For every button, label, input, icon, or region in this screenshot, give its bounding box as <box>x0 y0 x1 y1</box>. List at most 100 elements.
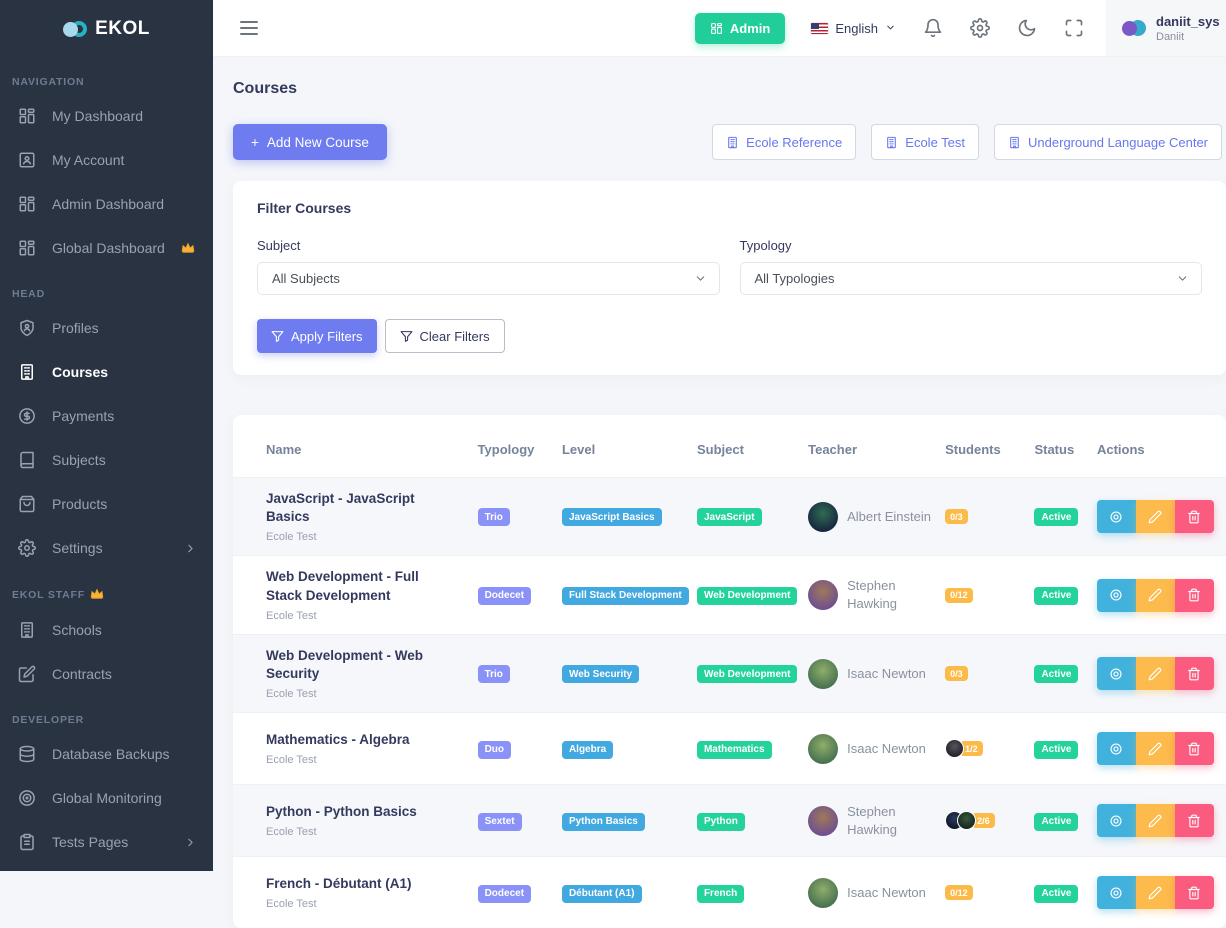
course-school: Ecole Test <box>266 898 458 910</box>
sidebar-item-admin-dashboard[interactable]: Admin Dashboard <box>0 182 213 226</box>
teacher-name: Isaac Newton <box>847 740 926 758</box>
edit-button[interactable] <box>1136 657 1175 690</box>
clear-filters-button[interactable]: Clear Filters <box>385 319 505 353</box>
target-icon <box>18 789 36 807</box>
shopping-bag-icon <box>18 495 36 513</box>
chevron-down-icon <box>885 21 896 36</box>
level-badge: Python Basics <box>562 813 645 831</box>
notifications-bell-icon[interactable] <box>923 18 943 38</box>
status-badge: Active <box>1034 508 1078 526</box>
sidebar-item-courses[interactable]: Courses <box>0 350 213 394</box>
course-name: Mathematics - Algebra <box>266 731 458 749</box>
sidebar-item-profiles[interactable]: Profiles <box>0 306 213 350</box>
typology-badge: Dodecet <box>478 587 531 605</box>
typology-badge: Trio <box>478 508 510 526</box>
sidebar-item-settings[interactable]: Settings <box>0 526 213 570</box>
building-icon <box>18 363 36 381</box>
sidebar-item-my-dashboard[interactable]: My Dashboard <box>0 94 213 138</box>
view-button[interactable] <box>1097 876 1136 909</box>
chevron-right-icon <box>184 542 197 555</box>
sidebar-item-global-monitoring[interactable]: Global Monitoring <box>0 776 213 820</box>
dollar-circle-icon <box>18 407 36 425</box>
sidebar-item-products[interactable]: Products <box>0 482 213 526</box>
teacher-name: Albert Einstein <box>847 508 931 526</box>
course-name: Python - Python Basics <box>266 803 458 821</box>
chevron-right-icon <box>184 836 197 849</box>
sidebar-item-my-account[interactable]: My Account <box>0 138 213 182</box>
shield-user-icon <box>18 319 36 337</box>
view-button[interactable] <box>1097 657 1136 690</box>
status-badge: Active <box>1034 587 1078 605</box>
table-row: Python - Python Basics Ecole Test Sextet… <box>233 784 1226 856</box>
sidebar-item-contracts[interactable]: Contracts <box>0 652 213 696</box>
chevron-down-icon <box>694 272 707 285</box>
edit-button[interactable] <box>1136 732 1175 765</box>
school-button-underground-language-center[interactable]: Underground Language Center <box>994 124 1222 160</box>
view-button[interactable] <box>1097 579 1136 612</box>
delete-button[interactable] <box>1175 804 1214 837</box>
typology-badge: Trio <box>478 665 510 683</box>
course-name: JavaScript - JavaScript Basics <box>266 490 458 526</box>
courses-table-card: Name Typology Level Subject Teacher Stud… <box>233 415 1226 928</box>
fullscreen-icon[interactable] <box>1064 18 1084 38</box>
page-title: Courses <box>233 80 1226 98</box>
student-avatars <box>945 811 976 830</box>
hamburger-menu-icon[interactable] <box>240 21 258 36</box>
school-button-ecole-reference[interactable]: Ecole Reference <box>712 124 856 160</box>
chevron-down-icon <box>1176 272 1189 285</box>
sidebar-item-tests-pages[interactable]: Tests Pages <box>0 820 213 864</box>
delete-button[interactable] <box>1175 657 1214 690</box>
course-school: Ecole Test <box>266 754 458 766</box>
school-button-ecole-test[interactable]: Ecole Test <box>871 124 979 160</box>
table-header: Name Typology Level Subject Teacher Stud… <box>233 421 1226 477</box>
language-selector[interactable]: English <box>811 21 896 36</box>
student-avatar <box>945 739 964 758</box>
add-new-course-button[interactable]: + Add New Course <box>233 124 387 160</box>
view-button[interactable] <box>1097 732 1136 765</box>
typology-select[interactable]: All Typologies <box>740 262 1203 295</box>
typology-badge: Dodecet <box>478 885 531 903</box>
table-row: Web Development - Full Stack Development… <box>233 555 1226 633</box>
sidebar-item-schools[interactable]: Schools <box>0 608 213 652</box>
table-row: French - Débutant (A1) Ecole Test Dodece… <box>233 856 1226 928</box>
user-menu[interactable]: daniit_system Daniit <box>1106 0 1226 56</box>
view-button[interactable] <box>1097 500 1136 533</box>
filter-icon <box>271 330 284 343</box>
grid-icon <box>710 22 723 35</box>
edit-button[interactable] <box>1136 579 1175 612</box>
sidebar-section-label: NAVIGATION <box>0 58 213 94</box>
level-badge: Web Security <box>562 665 639 683</box>
apply-filters-button[interactable]: Apply Filters <box>257 319 377 353</box>
admin-button[interactable]: Admin <box>695 13 785 44</box>
table-row: Mathematics - Algebra Ecole Test Duo Alg… <box>233 712 1226 784</box>
delete-button[interactable] <box>1175 732 1214 765</box>
building-icon <box>1008 136 1021 149</box>
sidebar-item-subjects[interactable]: Subjects <box>0 438 213 482</box>
teacher-avatar <box>808 502 838 532</box>
dark-mode-moon-icon[interactable] <box>1017 18 1037 38</box>
sidebar-item-global-dashboard[interactable]: Global Dashboard <box>0 226 213 270</box>
level-badge: JavaScript Basics <box>562 508 662 526</box>
subject-label: Subject <box>257 238 720 253</box>
user-subtitle: Daniit <box>1156 31 1220 43</box>
subject-select[interactable]: All Subjects <box>257 262 720 295</box>
edit-button[interactable] <box>1136 876 1175 909</box>
student-avatars <box>945 739 964 758</box>
edit-button[interactable] <box>1136 804 1175 837</box>
sidebar-section-label: HEAD <box>0 270 213 306</box>
edit-button[interactable] <box>1136 500 1175 533</box>
plus-icon: + <box>251 135 259 150</box>
filter-courses-card: Filter Courses Subject All Subjects Typo… <box>233 181 1226 375</box>
settings-gear-icon[interactable] <box>970 18 990 38</box>
app-logo[interactable]: EKOL <box>0 0 213 58</box>
delete-button[interactable] <box>1175 500 1214 533</box>
sidebar-item-payments[interactable]: Payments <box>0 394 213 438</box>
sidebar-item-database-backups[interactable]: Database Backups <box>0 732 213 776</box>
status-badge: Active <box>1034 813 1078 831</box>
delete-button[interactable] <box>1175 876 1214 909</box>
view-button[interactable] <box>1097 804 1136 837</box>
delete-button[interactable] <box>1175 579 1214 612</box>
students-count-badge: 0/3 <box>945 666 968 681</box>
course-school: Ecole Test <box>266 531 458 543</box>
teacher-avatar <box>808 659 838 689</box>
